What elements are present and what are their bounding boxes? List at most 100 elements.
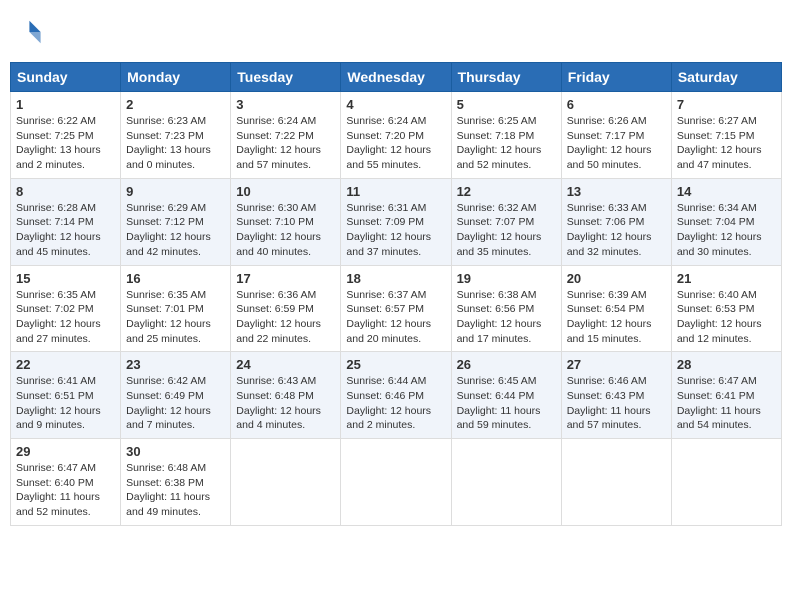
day-number: 24 <box>236 357 335 372</box>
day-number: 18 <box>346 271 445 286</box>
day-number: 19 <box>457 271 556 286</box>
calendar-cell <box>231 439 341 526</box>
calendar-week-row: 15 Sunrise: 6:35 AMSunset: 7:02 PMDayligh… <box>11 265 782 352</box>
calendar-cell: 25 Sunrise: 6:44 AMSunset: 6:46 PMDayligh… <box>341 352 451 439</box>
calendar-cell: 13 Sunrise: 6:33 AMSunset: 7:06 PMDayligh… <box>561 178 671 265</box>
calendar-cell: 15 Sunrise: 6:35 AMSunset: 7:02 PMDayligh… <box>11 265 121 352</box>
day-info: Sunrise: 6:38 AMSunset: 6:56 PMDaylight:… <box>457 288 556 347</box>
calendar-cell <box>561 439 671 526</box>
day-info: Sunrise: 6:35 AMSunset: 7:01 PMDaylight:… <box>126 288 225 347</box>
calendar-cell: 12 Sunrise: 6:32 AMSunset: 7:07 PMDayligh… <box>451 178 561 265</box>
calendar-cell: 21 Sunrise: 6:40 AMSunset: 6:53 PMDayligh… <box>671 265 781 352</box>
logo-icon <box>14 18 42 46</box>
day-info: Sunrise: 6:39 AMSunset: 6:54 PMDaylight:… <box>567 288 666 347</box>
day-info: Sunrise: 6:47 AMSunset: 6:41 PMDaylight:… <box>677 374 776 433</box>
calendar-cell: 5 Sunrise: 6:25 AMSunset: 7:18 PMDaylight… <box>451 92 561 179</box>
calendar-cell: 7 Sunrise: 6:27 AMSunset: 7:15 PMDaylight… <box>671 92 781 179</box>
day-number: 4 <box>346 97 445 112</box>
day-info: Sunrise: 6:25 AMSunset: 7:18 PMDaylight:… <box>457 114 556 173</box>
day-number: 11 <box>346 184 445 199</box>
day-number: 8 <box>16 184 115 199</box>
day-header: Sunday <box>11 63 121 92</box>
calendar-cell <box>451 439 561 526</box>
calendar-table: SundayMondayTuesdayWednesdayThursdayFrid… <box>10 62 782 526</box>
day-header: Tuesday <box>231 63 341 92</box>
day-info: Sunrise: 6:44 AMSunset: 6:46 PMDaylight:… <box>346 374 445 433</box>
day-number: 17 <box>236 271 335 286</box>
day-info: Sunrise: 6:40 AMSunset: 6:53 PMDaylight:… <box>677 288 776 347</box>
day-number: 7 <box>677 97 776 112</box>
day-number: 9 <box>126 184 225 199</box>
day-info: Sunrise: 6:37 AMSunset: 6:57 PMDaylight:… <box>346 288 445 347</box>
calendar-cell: 18 Sunrise: 6:37 AMSunset: 6:57 PMDayligh… <box>341 265 451 352</box>
calendar-cell: 23 Sunrise: 6:42 AMSunset: 6:49 PMDayligh… <box>121 352 231 439</box>
day-number: 22 <box>16 357 115 372</box>
day-info: Sunrise: 6:27 AMSunset: 7:15 PMDaylight:… <box>677 114 776 173</box>
calendar-cell: 10Sunrise: 6:30 AMSunset: 7:10 PMDayligh… <box>231 178 341 265</box>
calendar-cell: 3 Sunrise: 6:24 AMSunset: 7:22 PMDaylight… <box>231 92 341 179</box>
day-header: Saturday <box>671 63 781 92</box>
calendar-week-row: 1Sunrise: 6:22 AMSunset: 7:25 PMDaylight… <box>11 92 782 179</box>
day-info: Sunrise: 6:33 AMSunset: 7:06 PMDaylight:… <box>567 201 666 260</box>
day-info: Sunrise: 6:47 AMSunset: 6:40 PMDaylight:… <box>16 461 115 520</box>
calendar-cell: 27Sunrise: 6:46 AMSunset: 6:43 PMDayligh… <box>561 352 671 439</box>
day-info: Sunrise: 6:24 AMSunset: 7:22 PMDaylight:… <box>236 114 335 173</box>
calendar-week-row: 29Sunrise: 6:47 AMSunset: 6:40 PMDayligh… <box>11 439 782 526</box>
day-number: 3 <box>236 97 335 112</box>
calendar-body: 1Sunrise: 6:22 AMSunset: 7:25 PMDaylight… <box>11 92 782 526</box>
day-info: Sunrise: 6:23 AMSunset: 7:23 PMDaylight:… <box>126 114 225 173</box>
day-number: 27 <box>567 357 666 372</box>
calendar-cell: 28 Sunrise: 6:47 AMSunset: 6:41 PMDayligh… <box>671 352 781 439</box>
day-number: 23 <box>126 357 225 372</box>
day-info: Sunrise: 6:32 AMSunset: 7:07 PMDaylight:… <box>457 201 556 260</box>
day-number: 28 <box>677 357 776 372</box>
day-number: 6 <box>567 97 666 112</box>
day-info: Sunrise: 6:30 AMSunset: 7:10 PMDaylight:… <box>236 201 335 260</box>
calendar-header-row: SundayMondayTuesdayWednesdayThursdayFrid… <box>11 63 782 92</box>
day-number: 26 <box>457 357 556 372</box>
calendar-week-row: 8 Sunrise: 6:28 AMSunset: 7:14 PMDaylight… <box>11 178 782 265</box>
day-info: Sunrise: 6:35 AMSunset: 7:02 PMDaylight:… <box>16 288 115 347</box>
calendar-cell: 4 Sunrise: 6:24 AMSunset: 7:20 PMDaylight… <box>341 92 451 179</box>
page-header <box>10 10 782 54</box>
day-number: 5 <box>457 97 556 112</box>
calendar-week-row: 22 Sunrise: 6:41 AMSunset: 6:51 PMDayligh… <box>11 352 782 439</box>
day-number: 25 <box>346 357 445 372</box>
day-info: Sunrise: 6:36 AMSunset: 6:59 PMDaylight:… <box>236 288 335 347</box>
day-number: 21 <box>677 271 776 286</box>
calendar-cell: 29Sunrise: 6:47 AMSunset: 6:40 PMDayligh… <box>11 439 121 526</box>
calendar-cell: 8 Sunrise: 6:28 AMSunset: 7:14 PMDaylight… <box>11 178 121 265</box>
day-number: 12 <box>457 184 556 199</box>
day-info: Sunrise: 6:41 AMSunset: 6:51 PMDaylight:… <box>16 374 115 433</box>
calendar-cell: 11Sunrise: 6:31 AMSunset: 7:09 PMDayligh… <box>341 178 451 265</box>
calendar-cell: 14 Sunrise: 6:34 AMSunset: 7:04 PMDayligh… <box>671 178 781 265</box>
day-number: 14 <box>677 184 776 199</box>
day-info: Sunrise: 6:48 AMSunset: 6:38 PMDaylight:… <box>126 461 225 520</box>
calendar-cell: 17 Sunrise: 6:36 AMSunset: 6:59 PMDayligh… <box>231 265 341 352</box>
day-number: 30 <box>126 444 225 459</box>
calendar-cell: 19 Sunrise: 6:38 AMSunset: 6:56 PMDayligh… <box>451 265 561 352</box>
day-header: Wednesday <box>341 63 451 92</box>
day-info: Sunrise: 6:34 AMSunset: 7:04 PMDaylight:… <box>677 201 776 260</box>
day-number: 16 <box>126 271 225 286</box>
day-info: Sunrise: 6:26 AMSunset: 7:17 PMDaylight:… <box>567 114 666 173</box>
calendar-cell: 22 Sunrise: 6:41 AMSunset: 6:51 PMDayligh… <box>11 352 121 439</box>
calendar-cell: 26 Sunrise: 6:45 AMSunset: 6:44 PMDayligh… <box>451 352 561 439</box>
day-info: Sunrise: 6:42 AMSunset: 6:49 PMDaylight:… <box>126 374 225 433</box>
calendar-cell: 20Sunrise: 6:39 AMSunset: 6:54 PMDayligh… <box>561 265 671 352</box>
day-info: Sunrise: 6:28 AMSunset: 7:14 PMDaylight:… <box>16 201 115 260</box>
day-info: Sunrise: 6:29 AMSunset: 7:12 PMDaylight:… <box>126 201 225 260</box>
calendar-cell <box>671 439 781 526</box>
day-header: Friday <box>561 63 671 92</box>
calendar-cell: 6 Sunrise: 6:26 AMSunset: 7:17 PMDaylight… <box>561 92 671 179</box>
day-number: 15 <box>16 271 115 286</box>
calendar-cell: 2Sunrise: 6:23 AMSunset: 7:23 PMDaylight… <box>121 92 231 179</box>
day-header: Monday <box>121 63 231 92</box>
day-header: Thursday <box>451 63 561 92</box>
calendar-cell: 1Sunrise: 6:22 AMSunset: 7:25 PMDaylight… <box>11 92 121 179</box>
day-info: Sunrise: 6:45 AMSunset: 6:44 PMDaylight:… <box>457 374 556 433</box>
day-number: 13 <box>567 184 666 199</box>
day-info: Sunrise: 6:24 AMSunset: 7:20 PMDaylight:… <box>346 114 445 173</box>
calendar-cell <box>341 439 451 526</box>
day-info: Sunrise: 6:43 AMSunset: 6:48 PMDaylight:… <box>236 374 335 433</box>
